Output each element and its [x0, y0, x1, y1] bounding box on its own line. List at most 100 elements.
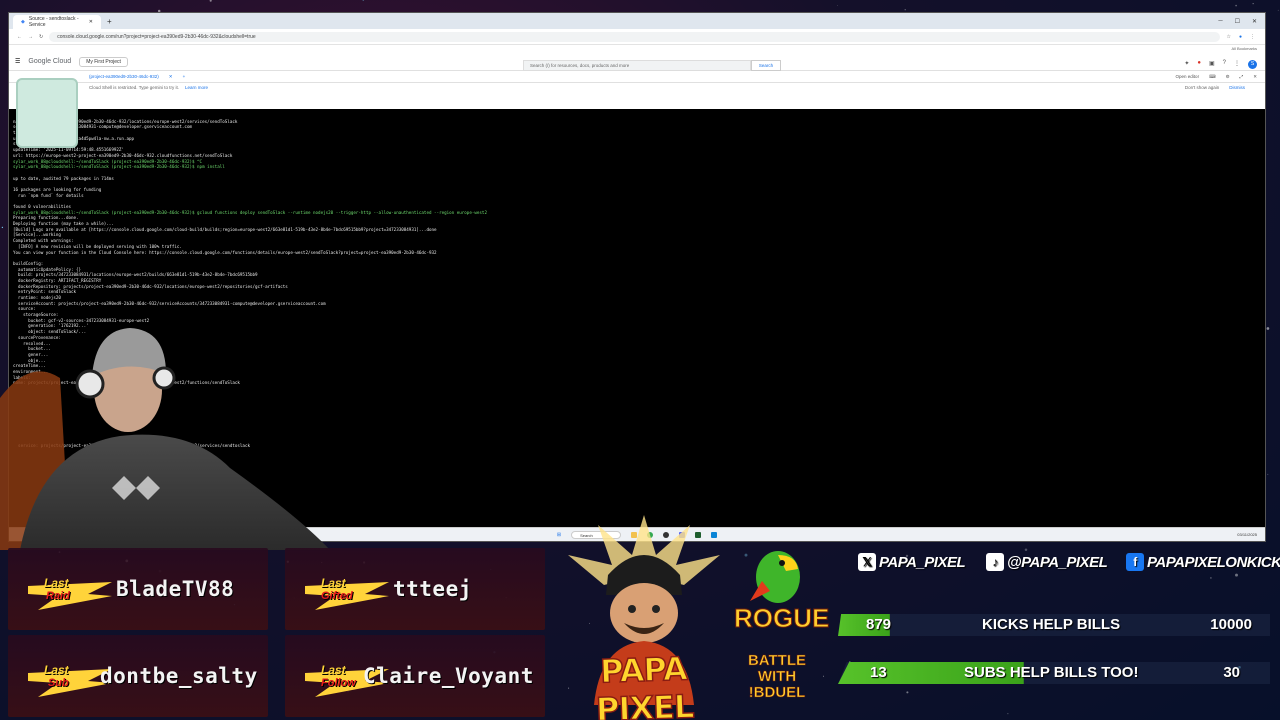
battle-line-3: !BDUEL: [748, 684, 806, 701]
help-icon[interactable]: ?: [1223, 60, 1226, 69]
shell-settings-icon[interactable]: ⚙: [1226, 74, 1230, 80]
back-icon[interactable]: ←: [17, 34, 22, 40]
last-gifted-sub: Gifted: [321, 590, 353, 602]
dismiss-button[interactable]: Dismiss: [1229, 83, 1245, 93]
reload-icon[interactable]: ↻: [39, 34, 43, 40]
last-raid-name: BladeTV88: [116, 577, 235, 601]
kicks-label: KICKS HELP BILLS: [982, 616, 1121, 633]
cloud-favicon-icon: ◆: [21, 19, 25, 25]
last-sub-label: Last: [44, 663, 69, 677]
tab-title: Source - sendtoslack - Service: [28, 16, 79, 28]
subs-label: SUBS HELP BILLS TOO!: [964, 664, 1139, 681]
menu-dots-icon[interactable]: ⋮: [1250, 34, 1255, 40]
battle-text: BATTLE WITH !BDUEL: [744, 652, 810, 701]
star: [1, 226, 4, 229]
last-sub-panel: Last Sub dontbe_salty: [8, 635, 268, 717]
streamer-webcam: [0, 328, 330, 550]
kicks-goal: 10000: [1210, 616, 1252, 633]
star: [1235, 4, 1237, 7]
bookmarks-bar: All Bookmarks: [9, 45, 1265, 53]
shell-maximize-icon[interactable]: ⤢: [1240, 74, 1244, 80]
settings-menu-icon[interactable]: ⋮: [1234, 60, 1240, 69]
social-x-handle: PAPA_PIXEL: [879, 553, 966, 571]
star: [209, 0, 212, 2]
papa-pixel-logo: PAPA PIXEL: [595, 649, 695, 720]
lightning-badge-icon: [28, 582, 112, 610]
terminal-icon[interactable]: ▣: [1209, 60, 1215, 69]
shell-close-icon[interactable]: ✕: [1253, 74, 1257, 80]
taskbar-clock: 03/11/2025: [1237, 532, 1257, 537]
tab-bar: ◆ Source - sendtoslack - Service ✕ + ─ ☐…: [9, 13, 1265, 29]
social-tiktok: ♪ @PAPA_PIXEL: [986, 551, 1108, 573]
address-bar-row: ← → ↻ console.cloud.google.com/run?proje…: [9, 29, 1265, 45]
mug-image: [16, 78, 78, 148]
learn-more-link[interactable]: Learn more: [185, 83, 208, 93]
last-raid-sub: Raid: [46, 590, 70, 602]
console-search-button[interactable]: Search: [751, 60, 781, 71]
profile-icon[interactable]: ●: [1239, 34, 1242, 40]
star: [1277, 9, 1279, 11]
battle-line-2: WITH: [757, 668, 797, 685]
kicks-current: 879: [866, 616, 892, 633]
notifications-icon[interactable]: ●: [1197, 60, 1201, 69]
close-tab-icon[interactable]: ✕: [89, 19, 93, 25]
cloud-shell-tabbar: (project-ea390ed9-2b30-46dc-932) ✕ + Ope…: [9, 71, 1265, 83]
maximize-icon[interactable]: ☐: [1235, 18, 1240, 25]
bookmark-star-icon[interactable]: ☆: [1226, 34, 1230, 40]
star: [904, 9, 906, 11]
last-gifted-name: ttteej: [393, 577, 472, 601]
social-x: 𝕏 PAPA_PIXEL: [858, 551, 966, 573]
subs-goal-bar: 13 SUBS HELP BILLS TOO! 30: [838, 662, 1270, 684]
lightning-badge-icon: [305, 582, 389, 610]
tiktok-logo-icon: ♪: [986, 553, 1004, 571]
console-search-input[interactable]: Search (/) for resources, docs, products…: [523, 60, 751, 71]
google-cloud-logo[interactable]: Google Cloud: [28, 58, 71, 65]
last-sub-name: dontbe_salty: [100, 664, 258, 688]
last-gifted-panel: Last Gifted ttteej: [285, 548, 545, 630]
kicks-goal-bar: 879 KICKS HELP BILLS 10000: [838, 614, 1270, 636]
project-picker[interactable]: My First Project: [79, 56, 128, 67]
facebook-logo-icon: f: [1126, 553, 1144, 571]
social-facebook: f PAPAPIXELONKICK: [1126, 551, 1280, 573]
last-follow-sub: Follow: [321, 677, 356, 689]
new-tab-icon[interactable]: +: [107, 17, 112, 26]
last-follow-panel: Last Follow Claire_Voyant: [285, 635, 545, 717]
last-follow-name: Claire_Voyant: [363, 664, 534, 688]
shell-info-banner: Cloud Shell is restricted. Type gemini t…: [9, 83, 1265, 93]
account-avatar[interactable]: S: [1248, 60, 1257, 69]
last-sub-sub: Sub: [48, 677, 69, 689]
x-logo-icon: 𝕏: [858, 553, 876, 571]
stream-screen: ◆ Source - sendtoslack - Service ✕ + ─ ☐…: [0, 0, 1280, 720]
stream-overlay: Last Raid BladeTV88 Last Gifted ttteej L…: [0, 515, 1280, 720]
star: [1267, 473, 1269, 475]
window-controls: ─ ☐ ✕: [1218, 18, 1265, 25]
add-session-icon[interactable]: +: [183, 74, 186, 79]
close-session-icon[interactable]: ✕: [169, 74, 173, 80]
last-gifted-label: Last: [321, 576, 346, 590]
star: [1266, 327, 1270, 330]
subs-goal: 30: [1223, 664, 1240, 681]
gemini-icon[interactable]: ✦: [1184, 60, 1189, 69]
social-fb-handle: PAPAPIXELONKICK: [1147, 553, 1280, 571]
shell-session-tab[interactable]: (project-ea390ed9-2b30-46dc-932): [89, 74, 159, 79]
star: [1252, 3, 1254, 5]
rogue-logo: ROGUE: [734, 603, 830, 634]
open-editor-button[interactable]: Open editor: [1176, 74, 1200, 80]
parrot-icon: [750, 551, 800, 603]
dont-show-again-button[interactable]: Don't show again: [1185, 83, 1219, 93]
url-text: console.cloud.google.com/run?project=pro…: [57, 33, 256, 40]
close-window-icon[interactable]: ✕: [1252, 18, 1257, 25]
last-follow-label: Last: [321, 663, 346, 677]
url-field[interactable]: console.cloud.google.com/run?project=pro…: [49, 31, 1221, 42]
forward-icon[interactable]: →: [28, 34, 33, 40]
subs-current: 13: [870, 664, 887, 681]
browser-tab[interactable]: ◆ Source - sendtoslack - Service ✕: [13, 15, 101, 29]
shell-keyboard-icon[interactable]: ⌨: [1209, 74, 1216, 80]
nav-menu-icon[interactable]: ☰: [15, 58, 20, 65]
minimize-icon[interactable]: ─: [1218, 18, 1222, 25]
all-bookmarks-link[interactable]: All Bookmarks: [1231, 46, 1257, 51]
battle-line-1: BATTLE: [747, 652, 807, 669]
last-raid-label: Last: [44, 576, 69, 590]
last-raid-panel: Last Raid BladeTV88: [8, 548, 268, 630]
info-text: Cloud Shell is restricted. Type gemini t…: [89, 85, 179, 90]
